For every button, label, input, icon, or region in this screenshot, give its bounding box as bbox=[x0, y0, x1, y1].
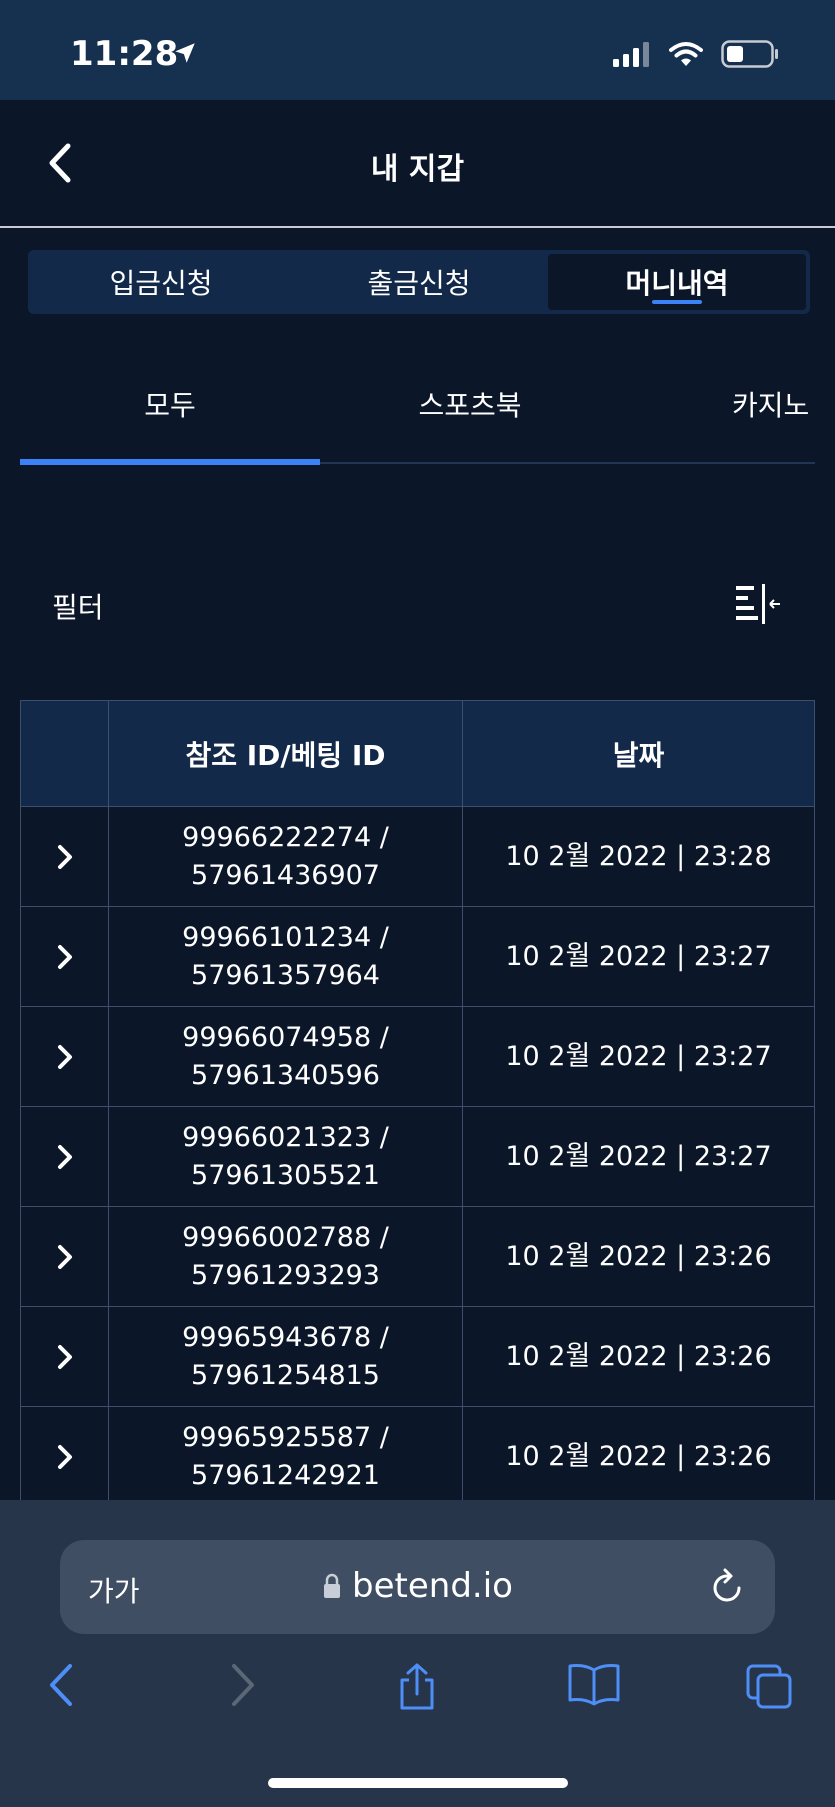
home-indicator bbox=[268, 1778, 568, 1788]
bet-id: 57961242921 bbox=[191, 1459, 380, 1491]
expand-row-button[interactable] bbox=[20, 1406, 109, 1507]
table-row[interactable]: 99966021323 / 57961305521 10 2월 2022 | 23… bbox=[20, 1106, 815, 1207]
ref-id: 99966222274 / bbox=[182, 821, 389, 853]
date-cell: 10 2월 2022 | 23:27 bbox=[462, 1106, 815, 1207]
bet-id: 57961254815 bbox=[191, 1359, 380, 1391]
date-cell: 10 2월 2022 | 23:26 bbox=[462, 1306, 815, 1407]
bet-id: 57961357964 bbox=[191, 959, 380, 991]
segment-withdraw[interactable]: 출금신청 bbox=[290, 254, 548, 310]
status-time: 11:28 bbox=[70, 34, 179, 74]
tab-active-indicator bbox=[20, 459, 320, 465]
table-row[interactable]: 99966222274 / 57961436907 10 2월 2022 | 23… bbox=[20, 806, 815, 907]
segment-deposit-label: 입금신청 bbox=[109, 267, 213, 300]
chevron-right-icon bbox=[57, 1244, 72, 1269]
ref-id: 99966021323 / bbox=[182, 1121, 389, 1153]
table-header-ref-id: 참조 ID/베팅 ID bbox=[108, 700, 463, 807]
reload-icon[interactable] bbox=[709, 1566, 747, 1612]
table-row[interactable]: 99965925587 / 57961242921 10 2월 2022 | 23… bbox=[20, 1406, 815, 1507]
ref-id-cell: 99965943678 / 57961254815 bbox=[108, 1306, 463, 1407]
browser-back-icon[interactable] bbox=[46, 1662, 76, 1712]
date-cell: 10 2월 2022 | 23:28 bbox=[462, 806, 815, 907]
segment-money-history[interactable]: 머니내역 bbox=[548, 254, 806, 310]
tab-all[interactable]: 모두 bbox=[20, 384, 320, 424]
bookmarks-icon[interactable] bbox=[566, 1662, 622, 1710]
tab-casino[interactable]: 카지노 bbox=[732, 384, 809, 424]
chevron-right-icon bbox=[57, 1044, 72, 1069]
status-bar: 11:28 bbox=[0, 0, 835, 100]
bet-id: 57961340596 bbox=[191, 1059, 380, 1091]
table-header-row: 참조 ID/베팅 ID 날짜 bbox=[20, 700, 815, 807]
date-cell: 10 2월 2022 | 23:27 bbox=[462, 1006, 815, 1107]
ref-id: 99966002788 / bbox=[182, 1221, 389, 1253]
ref-id: 99965925587 / bbox=[182, 1421, 389, 1453]
url-text: betend.io bbox=[352, 1566, 513, 1606]
filter-label: 필터 bbox=[52, 591, 104, 624]
date-cell: 10 2월 2022 | 23:26 bbox=[462, 1206, 815, 1307]
ref-id-cell: 99966222274 / 57961436907 bbox=[108, 806, 463, 907]
table-header-date: 날짜 bbox=[462, 700, 815, 807]
url-display[interactable]: betend.io bbox=[60, 1566, 775, 1608]
wallet-segment-control: 입금신청 출금신청 머니내역 bbox=[28, 250, 810, 314]
browser-chrome: 가가 betend.io bbox=[0, 1500, 835, 1807]
location-arrow-icon bbox=[172, 40, 198, 70]
table-row[interactable]: 99965943678 / 57961254815 10 2월 2022 | 23… bbox=[20, 1306, 815, 1407]
status-icons bbox=[613, 40, 779, 72]
segment-deposit[interactable]: 입금신청 bbox=[32, 254, 290, 310]
tab-sportsbook[interactable]: 스포츠북 bbox=[320, 384, 620, 424]
expand-row-button[interactable] bbox=[20, 1006, 109, 1107]
app-header: 내 지갑 bbox=[0, 100, 835, 228]
cellular-signal-icon bbox=[613, 41, 651, 71]
browser-forward-icon[interactable] bbox=[228, 1662, 258, 1712]
ref-id-cell: 99966101234 / 57961357964 bbox=[108, 906, 463, 1007]
ref-id-cell: 99966021323 / 57961305521 bbox=[108, 1106, 463, 1207]
expand-row-button[interactable] bbox=[20, 1206, 109, 1307]
chevron-right-icon bbox=[57, 1144, 72, 1169]
ref-id-cell: 99966074958 / 57961340596 bbox=[108, 1006, 463, 1107]
expand-row-button[interactable] bbox=[20, 806, 109, 907]
date-cell: 10 2월 2022 | 23:26 bbox=[462, 1406, 815, 1507]
table-row[interactable]: 99966074958 / 57961340596 10 2월 2022 | 23… bbox=[20, 1006, 815, 1107]
ref-id-cell: 99965925587 / 57961242921 bbox=[108, 1406, 463, 1507]
expand-row-button[interactable] bbox=[20, 1106, 109, 1207]
category-tabs: 모두 스포츠북 카지노 bbox=[20, 360, 815, 465]
filter-toggle-icon[interactable] bbox=[734, 583, 782, 625]
browser-toolbar bbox=[0, 1658, 835, 1728]
page-title: 내 지갑 bbox=[370, 152, 465, 187]
share-icon[interactable] bbox=[394, 1662, 440, 1716]
chevron-right-icon bbox=[57, 944, 72, 969]
ref-id: 99966101234 / bbox=[182, 921, 389, 953]
bet-id: 57961293293 bbox=[191, 1259, 380, 1291]
ref-id-cell: 99966002788 / 57961293293 bbox=[108, 1206, 463, 1307]
date-cell: 10 2월 2022 | 23:27 bbox=[462, 906, 815, 1007]
table-header-expand bbox=[20, 700, 109, 807]
bet-id: 57961436907 bbox=[191, 859, 380, 891]
money-history-table: 참조 ID/베팅 ID 날짜 99966222274 / 57961436907 … bbox=[20, 700, 815, 1507]
segment-money-history-label: 머니내역 bbox=[625, 267, 729, 300]
wifi-icon bbox=[669, 41, 703, 71]
chevron-right-icon bbox=[57, 1344, 72, 1369]
segment-withdraw-label: 출금신청 bbox=[367, 267, 471, 300]
bet-id: 57961305521 bbox=[191, 1159, 380, 1191]
expand-row-button[interactable] bbox=[20, 906, 109, 1007]
battery-icon bbox=[721, 40, 779, 72]
ref-id: 99966074958 / bbox=[182, 1021, 389, 1053]
ref-id: 99965943678 / bbox=[182, 1321, 389, 1353]
segment-active-underline bbox=[652, 300, 702, 304]
table-row[interactable]: 99966002788 / 57961293293 10 2월 2022 | 23… bbox=[20, 1206, 815, 1307]
address-bar[interactable]: 가가 betend.io bbox=[60, 1540, 775, 1634]
chevron-right-icon bbox=[57, 844, 72, 869]
chevron-right-icon bbox=[57, 1444, 72, 1469]
lock-icon bbox=[324, 1573, 341, 1598]
table-row[interactable]: 99966101234 / 57961357964 10 2월 2022 | 23… bbox=[20, 906, 815, 1007]
tabs-icon[interactable] bbox=[744, 1662, 796, 1714]
expand-row-button[interactable] bbox=[20, 1306, 109, 1407]
